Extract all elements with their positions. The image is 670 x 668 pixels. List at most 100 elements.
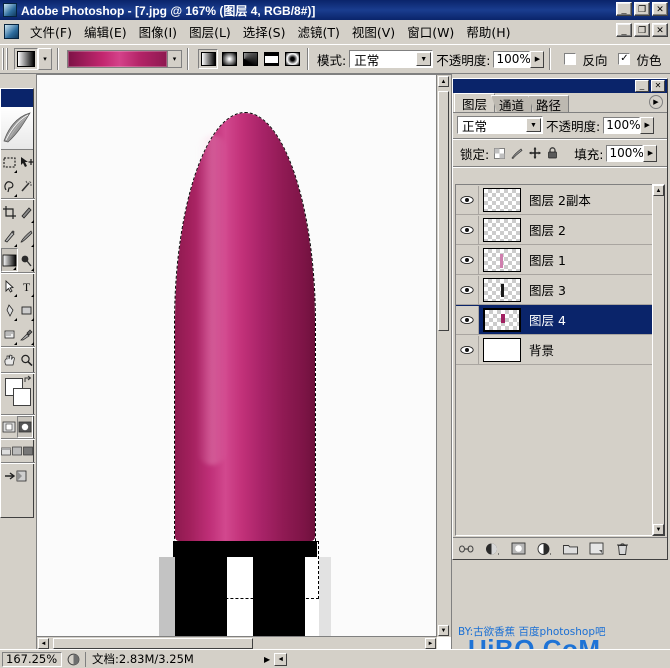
layer-thumbnail[interactable]: [483, 187, 521, 212]
lock-image-pixels-icon[interactable]: [511, 147, 523, 159]
menu-image[interactable]: 图像(I): [133, 20, 183, 43]
menu-help[interactable]: 帮助(H): [460, 20, 516, 43]
layer-visibility-toggle[interactable]: [456, 305, 479, 334]
maximize-button[interactable]: ❐: [634, 2, 650, 16]
lasso-tool-icon[interactable]: [1, 174, 18, 198]
menu-file[interactable]: 文件(F): [24, 20, 78, 43]
layer-thumbnail[interactable]: [483, 307, 521, 332]
new-layer-button[interactable]: [589, 541, 604, 556]
panel-menu-icon[interactable]: ▶: [649, 95, 663, 109]
table-row[interactable]: 图层 2副本: [456, 185, 652, 215]
shape-tool-icon[interactable]: [18, 298, 35, 322]
table-row[interactable]: 图层 2: [456, 215, 652, 245]
layer-mask-button[interactable]: [511, 541, 526, 556]
table-row[interactable]: 背景: [456, 335, 652, 365]
brush-tool-icon[interactable]: [18, 224, 35, 248]
slice-tool-icon[interactable]: [18, 200, 35, 224]
layer-list-scrollbar[interactable]: ▲ ▼: [652, 184, 665, 536]
jump-to-imageready-icon[interactable]: [1, 464, 33, 488]
proxy-preview-icon[interactable]: [65, 652, 81, 667]
scroll-left-arrow-icon[interactable]: ◄: [38, 638, 49, 649]
marquee-tool-icon[interactable]: [1, 150, 18, 174]
fill-stepper-icon[interactable]: ▶: [643, 144, 658, 162]
layer-thumbnail[interactable]: [483, 247, 521, 272]
adjustment-layer-button[interactable]: [537, 541, 552, 556]
eyedropper-tool-icon[interactable]: [18, 322, 35, 346]
layer-style-button[interactable]: [485, 541, 500, 556]
table-row[interactable]: 图层 1: [456, 245, 652, 275]
chevron-down-icon[interactable]: ▼: [416, 52, 432, 66]
menu-filter[interactable]: 滤镜(T): [291, 20, 345, 43]
layer-thumbnail[interactable]: [483, 277, 521, 302]
magic-wand-tool-icon[interactable]: [18, 174, 35, 198]
zoom-tool-icon[interactable]: [18, 348, 35, 372]
layer-visibility-toggle[interactable]: [456, 245, 479, 274]
lock-transparent-pixels-icon[interactable]: [494, 147, 506, 159]
layer-visibility-toggle[interactable]: [456, 185, 479, 214]
new-group-button[interactable]: [563, 541, 578, 556]
tab-layers[interactable]: 图层: [454, 93, 496, 112]
scroll-down-arrow-icon[interactable]: ▼: [653, 524, 664, 535]
layer-thumbnail[interactable]: [483, 217, 521, 242]
palette-minimize-button[interactable]: _: [635, 80, 649, 92]
opacity-stepper-arrow-icon[interactable]: ▶: [530, 50, 545, 68]
full-screen-menu-mode-icon[interactable]: [12, 440, 23, 462]
zoom-level-input[interactable]: 167.25%: [2, 651, 62, 667]
canvas-vertical-scrollbar[interactable]: ▲ ▼: [436, 75, 451, 637]
standard-screen-mode-icon[interactable]: [1, 440, 12, 462]
angle-gradient-icon[interactable]: [240, 49, 260, 69]
doc-minimize-button[interactable]: _: [616, 23, 632, 37]
delete-layer-button[interactable]: [615, 541, 630, 556]
layer-thumbnail[interactable]: [483, 337, 521, 362]
current-tool-icon[interactable]: [14, 48, 38, 70]
hand-tool-icon[interactable]: [1, 348, 18, 372]
standard-mode-icon[interactable]: [1, 416, 17, 438]
palette-title-bar[interactable]: _ ✕: [453, 79, 667, 93]
quickmask-mode-icon[interactable]: [16, 416, 33, 438]
healing-brush-tool-icon[interactable]: [1, 224, 18, 248]
tab-channels[interactable]: 通道: [491, 95, 533, 112]
table-row[interactable]: 图层 3: [456, 275, 652, 305]
layer-blend-mode-select[interactable]: 正常 ▼: [457, 116, 543, 134]
chevron-down-icon[interactable]: ▼: [526, 118, 541, 132]
scroll-right-arrow-icon[interactable]: ►: [425, 638, 436, 649]
reverse-checkbox[interactable]: [564, 53, 577, 65]
minimize-button[interactable]: _: [616, 2, 632, 16]
blur-tool-icon[interactable]: [18, 248, 35, 272]
layer-opacity-stepper-icon[interactable]: ▶: [640, 116, 655, 134]
horizontal-scroll-thumb[interactable]: [53, 638, 253, 649]
scroll-up-arrow-icon[interactable]: ▲: [438, 76, 449, 87]
reverse-checkbox-group[interactable]: 反向: [564, 50, 610, 69]
diamond-gradient-icon[interactable]: [282, 49, 302, 69]
table-row[interactable]: 图层 4: [456, 305, 652, 335]
gradient-preview[interactable]: [67, 50, 167, 68]
doc-restore-button[interactable]: ❐: [634, 23, 650, 37]
document-icon[interactable]: [4, 23, 19, 39]
linear-gradient-icon[interactable]: [198, 49, 218, 69]
lock-all-icon[interactable]: [547, 147, 558, 159]
menu-select[interactable]: 选择(S): [237, 20, 292, 43]
full-screen-mode-icon[interactable]: [22, 440, 33, 462]
layer-visibility-toggle[interactable]: [456, 215, 479, 244]
status-menu-arrow-icon[interactable]: ▶: [264, 655, 270, 664]
toolbox-title-bar[interactable]: [1, 89, 33, 107]
background-color-swatch[interactable]: [13, 388, 31, 406]
blend-mode-select[interactable]: 正常 ▼: [349, 50, 434, 68]
menu-edit[interactable]: 编辑(E): [78, 20, 133, 43]
move-tool-icon[interactable]: [18, 150, 35, 174]
options-bar-grip[interactable]: [2, 48, 9, 70]
menu-view[interactable]: 视图(V): [346, 20, 401, 43]
close-button[interactable]: ✕: [652, 2, 668, 16]
scroll-down-arrow-icon[interactable]: ▼: [438, 625, 449, 636]
pen-tool-icon[interactable]: [1, 298, 18, 322]
menu-window[interactable]: 窗口(W): [401, 20, 460, 43]
dither-checkbox-group[interactable]: ✓ 仿色: [618, 50, 664, 69]
layer-list[interactable]: 图层 2副本 图层 2 图层 1 图层 3 图层 4 背景: [455, 184, 653, 536]
image-canvas[interactable]: [37, 75, 451, 637]
layer-visibility-toggle[interactable]: [456, 335, 479, 364]
layer-opacity-input[interactable]: 100%: [603, 116, 641, 134]
path-selection-tool-icon[interactable]: [1, 274, 18, 298]
vertical-scroll-thumb[interactable]: [438, 91, 449, 331]
fill-input[interactable]: 100%: [606, 144, 644, 162]
type-tool-icon[interactable]: T: [18, 274, 35, 298]
